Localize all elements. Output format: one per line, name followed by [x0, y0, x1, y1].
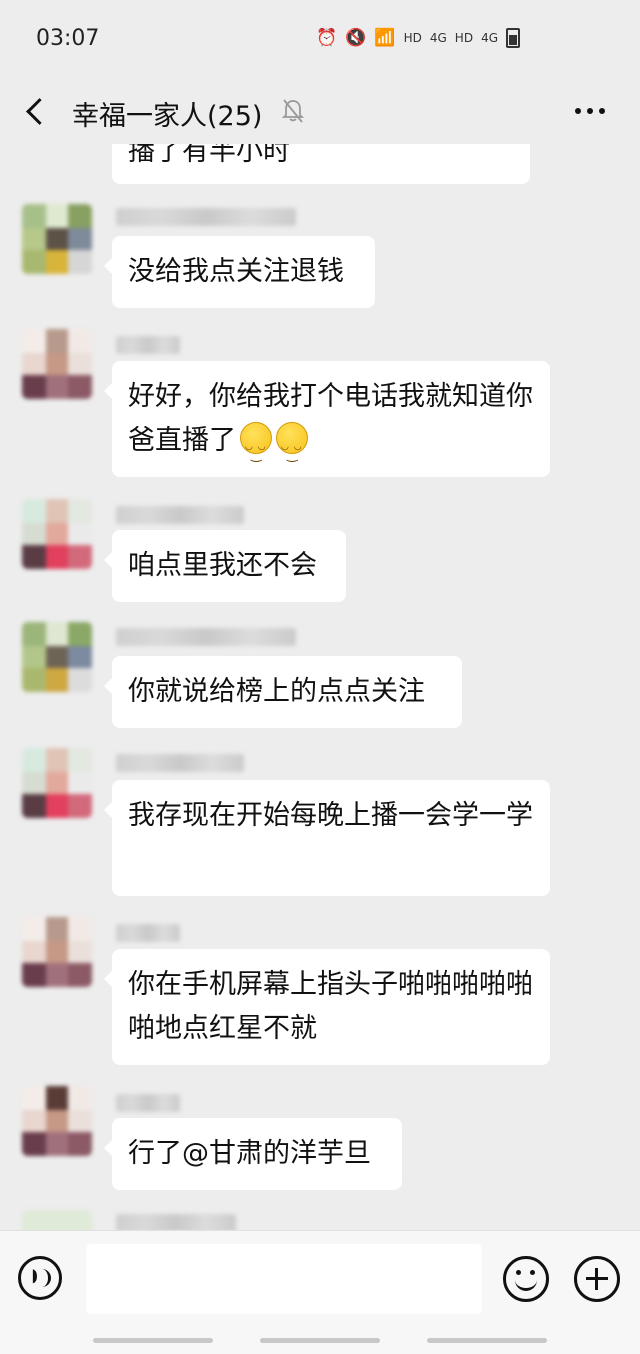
network-label-2: 4G	[481, 31, 498, 45]
avatar[interactable]	[22, 917, 92, 987]
message-bubble[interactable]: 没给我点关注退钱	[104, 236, 375, 308]
message-bubble[interactable]: 好好，你给我打个电话我就知道你爸直播了	[104, 361, 550, 478]
avatar[interactable]	[22, 329, 92, 399]
network-label: 4G	[429, 31, 447, 45]
more-icon[interactable]	[570, 94, 610, 128]
message-text: 行了@甘肃的洋芋旦	[128, 1138, 371, 1169]
avatar[interactable]	[22, 1210, 92, 1230]
avatar[interactable]	[22, 204, 92, 274]
smile-emoji-icon	[276, 422, 308, 478]
message-bubble[interactable]: 行了@甘肃的洋芋旦	[104, 1118, 402, 1190]
message-text: 没给我点关注退钱	[128, 256, 344, 287]
hd-label: HD	[403, 31, 422, 45]
mute-bell-icon	[282, 99, 304, 123]
message-text: 播了有半小时	[128, 144, 290, 167]
message-text: 咱点里我还不会	[128, 550, 317, 581]
alarm-icon: ⏰	[316, 28, 338, 48]
message-bubble[interactable]: 我存现在开始每晚上播一会学一学	[104, 780, 550, 896]
voice-icon[interactable]	[18, 1256, 62, 1300]
message-bubble[interactable]: 播了有半小时	[112, 144, 530, 184]
emoji-icon[interactable]	[503, 1256, 549, 1302]
chat-header: 幸福一家人(25)	[0, 80, 640, 144]
sender-name	[116, 1214, 236, 1230]
nav-gesture-bar	[427, 1338, 547, 1343]
mute-icon: 🔇	[345, 28, 367, 48]
sender-name	[116, 506, 244, 524]
sender-name	[116, 208, 296, 226]
message-text: 我存现在开始每晚上播一会学一学	[128, 800, 533, 831]
sender-name	[116, 754, 244, 772]
sender-name	[116, 336, 180, 354]
hd-label-2: HD	[454, 31, 474, 45]
status-bar: 03:07 ⏰ 🔇 📶 HD 4G HD 4G	[0, 0, 640, 80]
message-bubble[interactable]: 你就说给榜上的点点关注	[104, 656, 462, 728]
nav-gesture-bar	[93, 1338, 213, 1343]
status-time: 03:07	[36, 26, 100, 51]
battery-icon	[506, 28, 520, 48]
back-icon[interactable]	[22, 94, 48, 128]
avatar[interactable]	[22, 622, 92, 692]
avatar[interactable]	[22, 748, 92, 818]
nav-gesture-bar	[260, 1338, 380, 1343]
sender-name	[116, 924, 180, 942]
avatar[interactable]	[22, 1086, 92, 1156]
chat-messages[interactable]: 播了有半小时 没给我点关注退钱 好好，你给我打个电话我就知道你爸直播了◡ ◡ ‿…	[0, 144, 640, 1230]
avatar[interactable]	[22, 499, 92, 569]
plus-icon[interactable]	[574, 1256, 620, 1302]
sender-name	[116, 1094, 180, 1112]
sender-name	[116, 628, 296, 646]
message-input[interactable]	[86, 1244, 482, 1314]
status-icons: ⏰ 🔇 📶 HD 4G HD 4G	[316, 28, 520, 48]
input-bar	[0, 1230, 640, 1354]
message-text: 你在手机屏幕上指头子啪啪啪啪啪啪地点红星不就	[128, 969, 533, 1044]
message-bubble[interactable]: 你在手机屏幕上指头子啪啪啪啪啪啪地点红星不就	[104, 949, 550, 1065]
message-text: 你就说给榜上的点点关注	[128, 676, 425, 707]
message-text: 好好，你给我打个电话我就知道你爸直播了	[128, 381, 533, 456]
chat-title: 幸福一家人(25)	[72, 101, 263, 132]
message-bubble[interactable]: 咱点里我还不会	[104, 530, 346, 602]
smile-emoji-icon	[240, 422, 272, 478]
wifi-icon: 📶	[374, 28, 396, 48]
